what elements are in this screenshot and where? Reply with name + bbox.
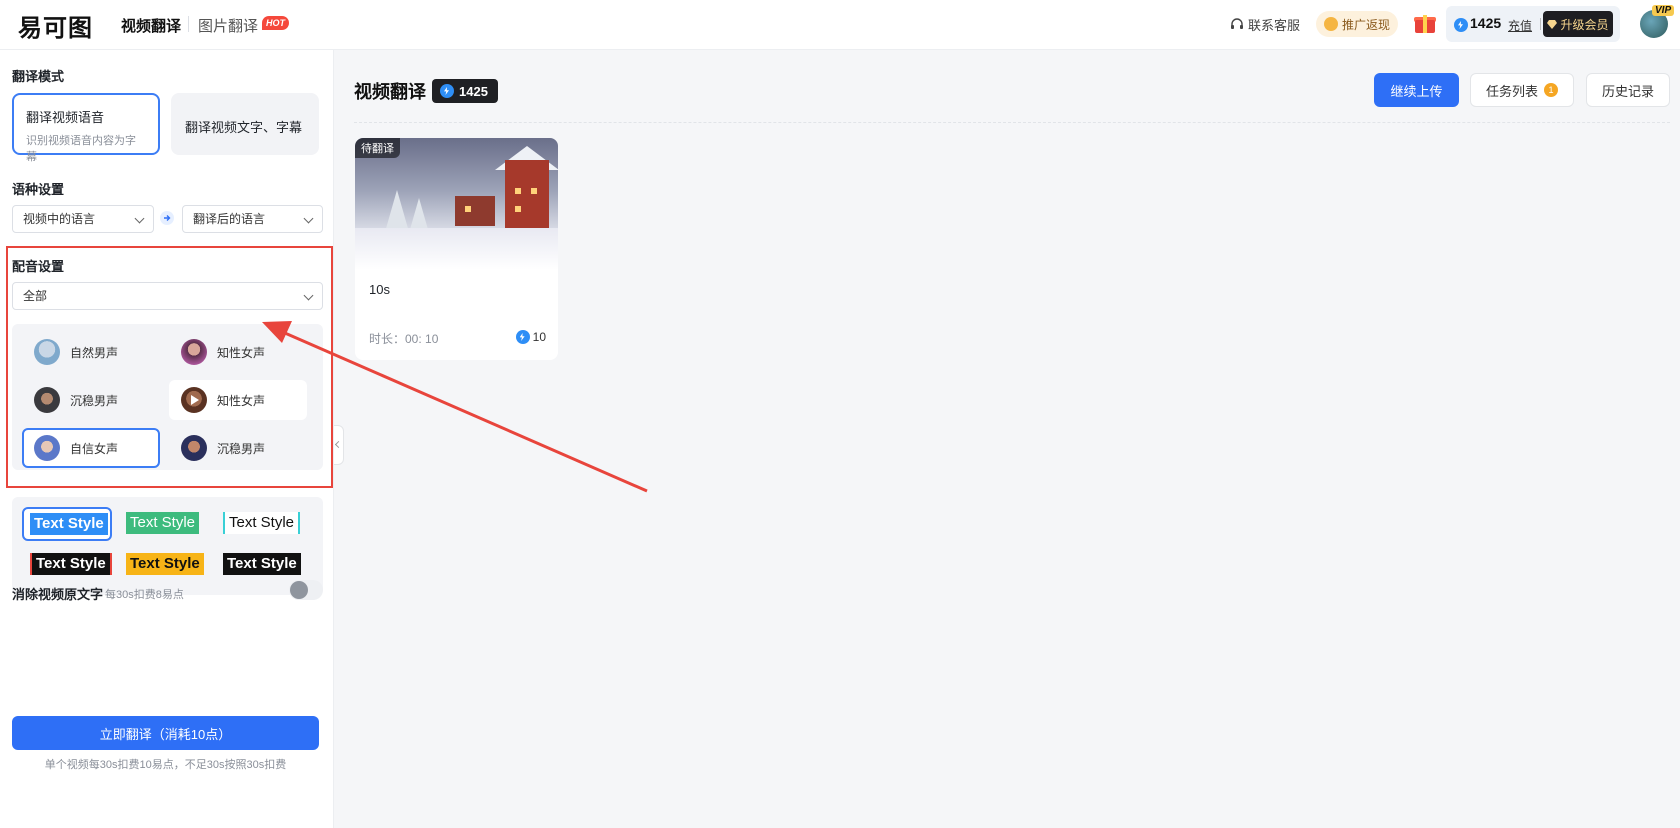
credit-balance: 1425 (1470, 15, 1502, 31)
sidebar-collapse-handle[interactable] (334, 425, 344, 465)
mode-section-title: 翻译模式 (12, 69, 65, 84)
voice-option[interactable]: 沉稳男声 (22, 380, 160, 420)
video-cost: 10 (515, 330, 546, 344)
credit-bolt-icon (1454, 18, 1468, 32)
voice-avatar (181, 435, 207, 461)
promo-label: 推广返现 (1341, 17, 1390, 32)
text-style-option[interactable]: Text Style (30, 553, 112, 575)
video-cost-value: 10 (532, 330, 546, 344)
voice-avatar (34, 387, 60, 413)
vip-badge: VIP (1652, 5, 1675, 16)
voice-option[interactable]: 自然男声 (22, 332, 160, 372)
mode-title: 翻译视频文字、字幕 (185, 120, 303, 135)
credit-bolt-icon (515, 330, 530, 344)
play-icon[interactable] (191, 395, 199, 405)
arrow-right-icon (160, 211, 174, 225)
gift-icon[interactable] (1414, 12, 1436, 34)
text-style-panel: Text Style Text Style Text Style Text St… (12, 497, 323, 595)
language-section-title: 语种设置 (12, 182, 65, 197)
voice-option[interactable]: 知性女声 (169, 332, 307, 372)
voice-label: 知性女声 (217, 345, 266, 360)
voice-label: 自然男声 (70, 345, 119, 360)
text-style-option[interactable]: Text Style (223, 553, 301, 575)
voice-filter-value: 全部 (23, 289, 48, 303)
voice-option-selected[interactable]: 自信女声 (22, 428, 160, 468)
mode-card-text[interactable]: 翻译视频文字、字幕 (171, 93, 319, 155)
voice-option[interactable]: 沉稳男声 (169, 428, 307, 468)
task-count-badge: 1 (1544, 83, 1558, 97)
voice-label: 知性女声 (217, 393, 266, 408)
mode-title: 翻译视频语音 (26, 110, 105, 125)
voice-avatar (34, 339, 60, 365)
credit-divider (1540, 18, 1541, 30)
target-language-select[interactable]: 翻译后的语言 (182, 205, 323, 233)
nav-image-translate[interactable]: 图片翻译 (198, 15, 258, 36)
video-duration: 时长：00: 10 (369, 332, 439, 346)
task-list-label: 任务列表 (1485, 83, 1538, 99)
diamond-icon (1547, 19, 1558, 29)
header-divider (354, 122, 1670, 123)
voice-label: 自信女声 (70, 441, 119, 456)
erase-text-cost: 每30s扣费8易点 (105, 589, 184, 601)
mode-card-voice[interactable]: 翻译视频语音 识别视频语音内容为字幕 (12, 93, 160, 163)
mode-subtitle: 识别视频语音内容为字幕 (26, 135, 136, 163)
chevron-down-icon (303, 290, 314, 301)
translate-now-button[interactable]: 立即翻译（消耗10点） (12, 716, 319, 750)
credit-badge: 1425 (432, 79, 498, 103)
headset-icon (1231, 17, 1243, 29)
page-title: 视频翻译 (354, 82, 426, 102)
upgrade-member-button[interactable]: 升级会员 (1543, 11, 1613, 37)
app-logo[interactable]: 易可图 (18, 8, 93, 43)
text-style-option[interactable]: Text Style (126, 512, 200, 534)
erase-text-label: 消除视频原文字 (12, 587, 104, 602)
continue-upload-button[interactable]: 继续上传 (1374, 73, 1459, 107)
contact-service-label: 联系客服 (1248, 18, 1301, 33)
video-card[interactable]: 待翻译 10s 时长：00: 10 10 (355, 138, 558, 360)
chevron-down-icon (134, 213, 145, 224)
nav-divider (188, 16, 189, 32)
voice-label: 沉稳男声 (217, 441, 266, 456)
source-language-select[interactable]: 视频中的语言 (12, 205, 154, 233)
toggle-knob (290, 581, 308, 599)
voice-filter-select[interactable]: 全部 (12, 282, 323, 310)
voice-label: 沉稳男声 (70, 393, 119, 408)
credit-bolt-icon (440, 84, 454, 98)
voice-avatar (181, 339, 207, 365)
settings-sidebar: 翻译模式 翻译视频语音 识别视频语音内容为字幕 翻译视频文字、字幕 语种设置 视… (0, 50, 334, 828)
chevron-down-icon (303, 213, 314, 224)
status-badge: 待翻译 (355, 138, 400, 158)
promo-cashback-button[interactable]: 推广返现 (1316, 11, 1398, 37)
voice-option[interactable]: 知性女声 (169, 380, 307, 420)
nav-video-translate[interactable]: 视频翻译 (121, 15, 181, 36)
coin-icon (1323, 17, 1338, 31)
billing-note: 单个视频每30s扣费10易点，不足30s按照30s扣费 (44, 759, 287, 771)
source-language-value: 视频中的语言 (23, 212, 96, 226)
target-language-value: 翻译后的语言 (193, 212, 266, 226)
text-style-option[interactable]: Text Style (126, 553, 204, 575)
upgrade-label: 升级会员 (1560, 17, 1609, 32)
credit-panel: 1425 充值 升级会员 (1446, 6, 1620, 42)
erase-text-toggle[interactable] (289, 580, 323, 600)
history-button[interactable]: 历史记录 (1586, 73, 1670, 107)
hot-badge: HOT (262, 16, 289, 30)
voice-list: 自然男声 知性女声 沉稳男声 知性女声 自信女声 沉稳男声 (12, 324, 323, 470)
task-list-button[interactable]: 任务列表 1 (1470, 73, 1574, 107)
contact-service-link[interactable]: 联系客服 (1230, 15, 1300, 34)
voice-avatar (181, 387, 207, 413)
recharge-link[interactable]: 充值 (1508, 17, 1532, 34)
top-header: 易可图 视频翻译 图片翻译 HOT 联系客服 推广返现 1425 充值 升级会员… (0, 0, 1680, 50)
credit-badge-value: 1425 (459, 83, 488, 99)
voice-avatar (34, 435, 60, 461)
text-style-option[interactable]: Text Style (30, 513, 108, 535)
dubbing-section-title: 配音设置 (12, 259, 65, 274)
video-name: 10s (369, 282, 390, 297)
text-style-option[interactable]: Text Style (223, 512, 301, 534)
chevron-left-icon (334, 440, 343, 449)
